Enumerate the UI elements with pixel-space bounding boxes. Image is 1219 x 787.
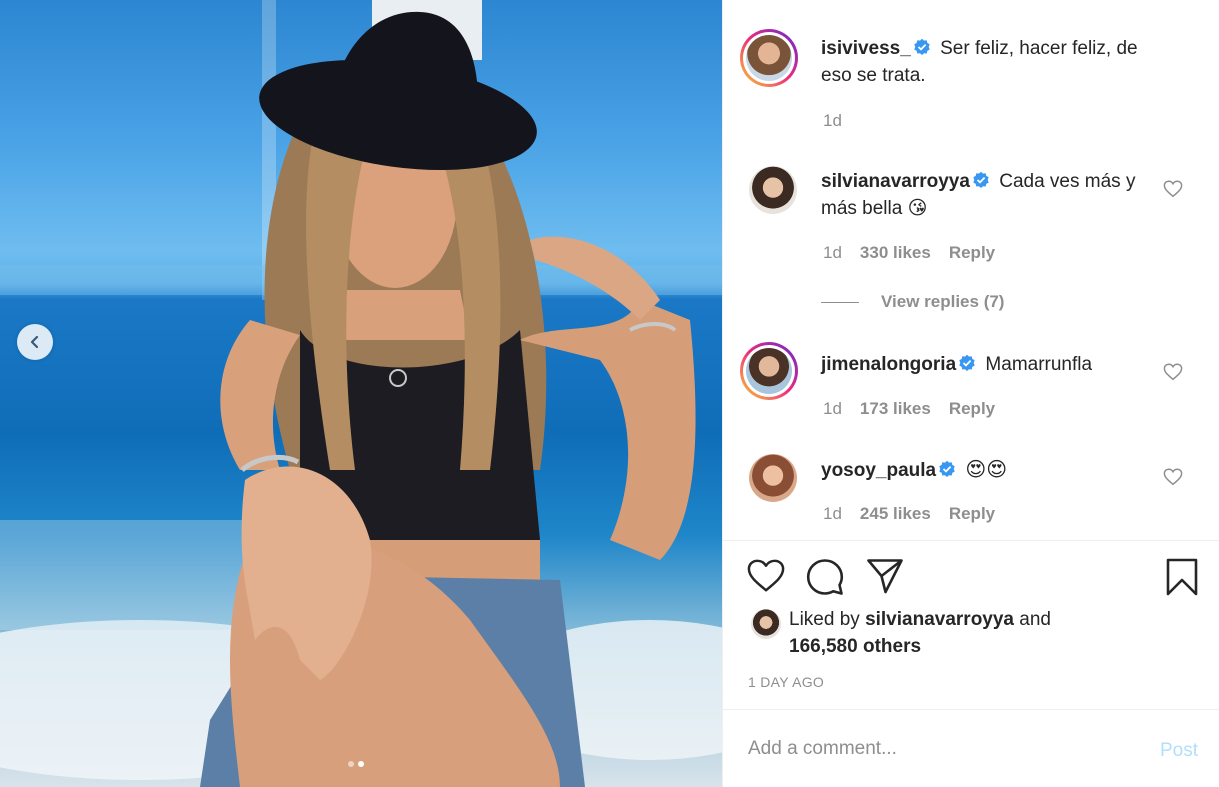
comment-reply-button[interactable]: Reply <box>949 243 995 263</box>
comment-likes[interactable]: 330 likes <box>860 243 931 263</box>
post-photo[interactable] <box>0 0 722 787</box>
comment-text: Mamarrunfla <box>985 354 1093 375</box>
view-replies-line <box>821 301 859 303</box>
comment-time[interactable]: 1d <box>823 504 842 524</box>
comment-like-heart-icon[interactable] <box>1163 363 1183 381</box>
section-divider <box>723 709 1219 710</box>
comment-meta: 1d 330 likes Reply <box>823 243 995 263</box>
like-heart-icon[interactable] <box>747 558 785 594</box>
comment-text: 😍😍 <box>965 457 1008 481</box>
caption-meta: 1d <box>823 111 842 131</box>
comment-avatar[interactable] <box>740 342 798 400</box>
likes-count-button[interactable]: 166,580 others <box>789 636 921 657</box>
likes-prefix: Liked by <box>789 609 860 630</box>
comment-item: jimenalongoria Mamarrunfla <box>821 351 1166 378</box>
verified-badge-icon <box>914 38 930 55</box>
add-comment-input[interactable] <box>748 738 1148 760</box>
carousel-dot <box>348 761 354 767</box>
comment-meta: 1d 245 likes Reply <box>823 504 995 524</box>
author-avatar[interactable] <box>740 29 798 87</box>
likes-joiner: and <box>1019 609 1051 630</box>
comment-time[interactable]: 1d <box>823 243 842 263</box>
post-action-bar <box>747 558 1198 598</box>
author-username[interactable]: isivivess_ <box>821 38 911 59</box>
comment-bubble-icon[interactable] <box>806 558 844 596</box>
save-bookmark-icon[interactable] <box>1165 558 1199 596</box>
carousel-prev-button[interactable] <box>17 324 53 360</box>
comment-avatar[interactable] <box>749 454 797 502</box>
caption-time[interactable]: 1d <box>823 111 842 131</box>
carousel-indicator <box>348 761 364 767</box>
comment-likes[interactable]: 173 likes <box>860 399 931 419</box>
liker-avatar[interactable] <box>751 609 781 639</box>
carousel-dot-active <box>358 761 364 767</box>
comment-like-heart-icon[interactable] <box>1163 180 1183 198</box>
post-comment-button[interactable]: Post <box>1160 740 1198 762</box>
view-replies-button[interactable]: View replies (7) <box>821 292 1004 312</box>
comment-likes[interactable]: 245 likes <box>860 504 931 524</box>
verified-badge-icon <box>939 460 955 477</box>
likes-summary: Liked by silvianavarroyya and 166,580 ot… <box>789 606 1051 660</box>
post-caption: isivivess_ Ser feliz, hacer feliz, de es… <box>821 35 1161 89</box>
comment-reply-button[interactable]: Reply <box>949 504 995 524</box>
liker-username[interactable]: silvianavarroyya <box>865 609 1014 630</box>
photo-scene <box>0 0 722 787</box>
comment-meta: 1d 173 likes Reply <box>823 399 995 419</box>
comment-username[interactable]: yosoy_paula <box>821 460 936 481</box>
chevron-left-icon <box>30 335 39 349</box>
verified-badge-icon <box>959 354 975 371</box>
post-timestamp[interactable]: 1 DAY AGO <box>748 674 824 690</box>
comment-avatar[interactable] <box>749 166 797 214</box>
share-send-icon[interactable] <box>866 558 904 594</box>
comment-like-heart-icon[interactable] <box>1163 468 1183 486</box>
section-divider <box>723 540 1219 541</box>
view-replies-label: View replies (7) <box>881 292 1005 311</box>
comment-time[interactable]: 1d <box>823 399 842 419</box>
comment-item: silvianavarroyya Cada ves más y más bell… <box>821 168 1166 222</box>
comment-username[interactable]: jimenalongoria <box>821 354 956 375</box>
comment-username[interactable]: silvianavarroyya <box>821 171 970 192</box>
comment-reply-button[interactable]: Reply <box>949 399 995 419</box>
post-side-panel: isivivess_ Ser feliz, hacer feliz, de es… <box>722 0 1219 787</box>
verified-badge-icon <box>973 171 989 188</box>
comment-item: yosoy_paula 😍😍 <box>821 456 1166 484</box>
